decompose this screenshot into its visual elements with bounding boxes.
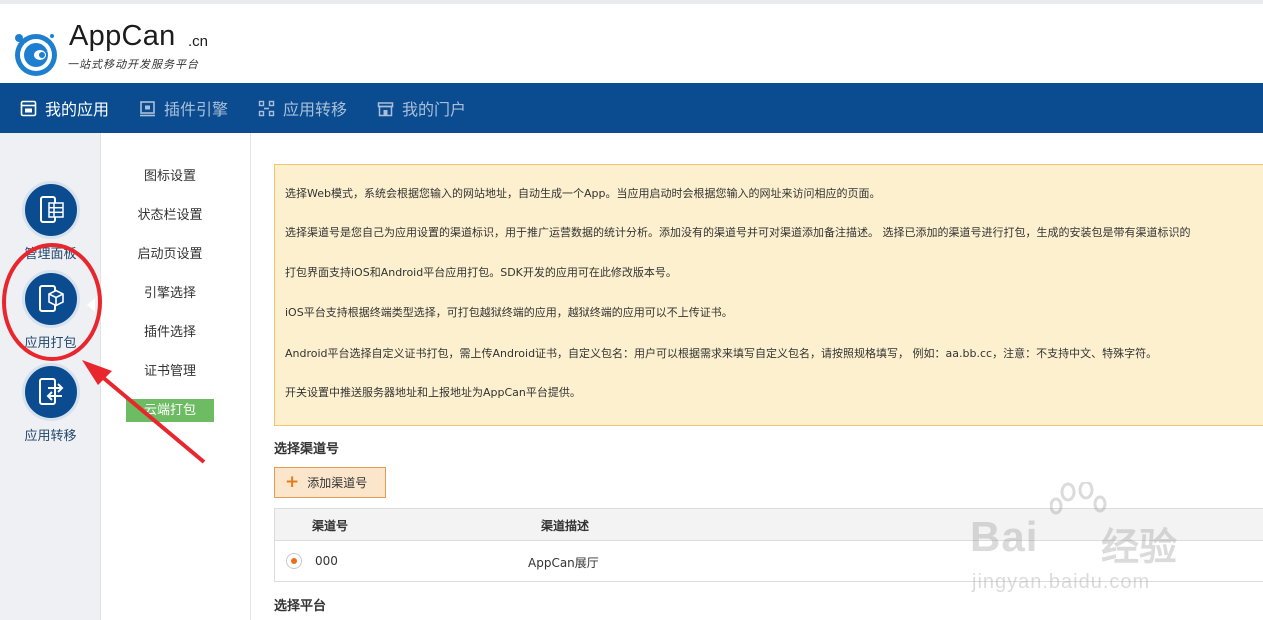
channel-id-cell: 000	[315, 554, 338, 568]
app-window-icon	[20, 100, 37, 116]
menu-item-certificate[interactable]: 证书管理	[126, 360, 214, 383]
rail-item-packaging[interactable]: 应用打包	[12, 270, 89, 351]
rail-item-transfer[interactable]: 应用转移	[12, 363, 89, 444]
menu-item-launch-settings[interactable]: 启动页设置	[126, 243, 214, 266]
icon-rail: 管理面板 应用打包 应用转移	[0, 133, 101, 620]
rail-circle	[21, 270, 80, 328]
nav-label: 插件引擎	[164, 100, 229, 119]
menu-item-engine-select[interactable]: 引擎选择	[126, 282, 214, 305]
nav-my-apps[interactable]: 我的应用	[20, 83, 109, 133]
info-notice: 选择Web模式，系统会根据您输入的网站地址，自动生成一个App。当应用启动时会根…	[274, 164, 1263, 426]
rail-circle	[21, 363, 80, 421]
channel-desc-cell: AppCan展厅	[528, 556, 599, 570]
plus-icon: +	[285, 472, 300, 492]
nav-my-portal[interactable]: 我的门户	[377, 83, 466, 133]
notice-line: iOS平台支持根据终端类型选择，可打包越狱终端的应用，越狱终端的应用可以不上传证…	[285, 306, 733, 319]
transfer-grid-icon	[258, 100, 275, 116]
notice-line: 选择渠道号是您自己为应用设置的渠道标识，用于推广运营数据的统计分析。添加没有的渠…	[285, 226, 1191, 239]
platform-section-title: 选择平台	[274, 599, 327, 614]
header: AppCan .cn 一站式移动开发服务平台	[0, 0, 1263, 83]
watermark-url: jingyan.baidu.com	[972, 571, 1151, 593]
menu-item-icon-settings[interactable]: 图标设置	[126, 165, 214, 188]
notice-line: 选择Web模式，系统会根据您输入的网站地址，自动生成一个App。当应用启动时会根…	[285, 187, 881, 200]
nav-label: 我的应用	[45, 100, 110, 119]
active-pointer	[87, 298, 95, 312]
nav-plugin-engine[interactable]: 插件引擎	[139, 83, 228, 133]
nav-label: 应用转移	[283, 100, 348, 119]
portal-store-icon	[377, 101, 394, 116]
channel-section-title: 选择渠道号	[274, 442, 340, 457]
rail-label: 管理面板	[24, 247, 77, 262]
nav-label: 我的门户	[402, 100, 467, 119]
phone-grid-icon	[39, 196, 64, 223]
settings-menu: 图标设置 状态栏设置 启动页设置 引擎选择 插件选择 证书管理 云端打包	[101, 133, 251, 620]
add-channel-label: 添加渠道号	[307, 476, 368, 490]
phone-box-icon	[38, 285, 64, 312]
notice-line: 开关设置中推送服务器地址和上报地址为AppCan平台提供。	[285, 386, 581, 399]
column-header-channel-desc: 渠道描述	[541, 519, 590, 533]
rail-item-dashboard[interactable]: 管理面板	[12, 181, 89, 262]
appcan-logo[interactable]: AppCan .cn 一站式移动开发服务平台	[12, 18, 232, 78]
appcan-logo-icon	[15, 34, 57, 76]
rail-label: 应用打包	[24, 336, 77, 351]
notice-line: Android平台选择自定义证书打包，需上传Android证书，自定义包名：用户…	[285, 347, 1158, 360]
menu-item-cloud-build[interactable]: 云端打包	[126, 399, 214, 422]
menu-item-plugin-select[interactable]: 插件选择	[126, 321, 214, 344]
logo-wordmark: AppCan	[69, 20, 176, 52]
logo-domain: .cn	[188, 33, 209, 50]
phone-arrows-icon	[38, 378, 63, 405]
main-navbar: 我的应用 插件引擎 应用转移 我的门户	[0, 83, 1263, 133]
column-header-channel-id: 渠道号	[312, 519, 349, 533]
logo-tagline: 一站式移动开发服务平台	[67, 58, 199, 71]
appcan-console: AppCan .cn 一站式移动开发服务平台 我的应用 插件引擎 应用转移 我的…	[0, 0, 1263, 620]
add-channel-button[interactable]: + 添加渠道号	[274, 467, 386, 498]
notice-line: 打包界面支持iOS和Android平台应用打包。SDK开发的应用可在此修改版本号…	[285, 266, 677, 279]
baidu-jingyan-watermark: Bai 经验 jingyan.baidu.com	[968, 478, 1218, 608]
watermark-word: Bai	[970, 513, 1039, 560]
rail-label: 应用转移	[24, 429, 77, 444]
rail-circle	[21, 181, 80, 239]
nav-app-transfer[interactable]: 应用转移	[258, 83, 347, 133]
watermark-cn: 经验	[1101, 525, 1178, 569]
menu-item-statusbar-settings[interactable]: 状态栏设置	[126, 204, 214, 227]
plugin-frame-icon	[140, 100, 155, 116]
channel-radio-selected[interactable]	[286, 553, 302, 569]
